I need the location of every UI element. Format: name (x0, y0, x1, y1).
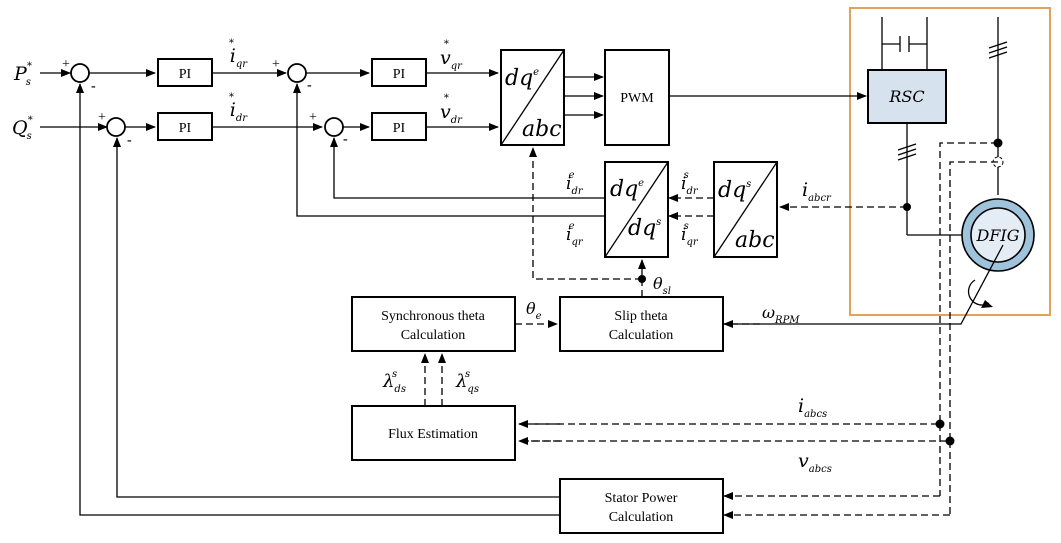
theta-e-label: θe (526, 299, 542, 322)
summing-junction-q (106, 117, 126, 137)
plus-sign: + (309, 110, 317, 125)
minus-sign: - (91, 79, 96, 94)
iqr-e-label: iqre (566, 221, 584, 248)
iabcr-label: iabcr (802, 179, 832, 204)
dqs-to-abc-bottom-label: abc (735, 228, 775, 253)
plus-sign: + (272, 57, 280, 72)
vabcs-junction-dot (945, 436, 955, 446)
summing-junction-p (70, 63, 90, 83)
synchronous-theta-label-line2: Calculation (401, 328, 466, 343)
stator-power-label-line1: Stator Power (605, 491, 678, 506)
plus-sign: + (62, 57, 70, 72)
theta-sl-junction-dot (638, 275, 646, 283)
idr-s-label: idrs (681, 170, 699, 197)
vdr-ref-label: vdr* (440, 93, 463, 126)
plus-sign: + (98, 110, 106, 125)
summing-junction-iqr (287, 63, 307, 83)
pi-block-3-label: PI (393, 67, 406, 82)
dqe-to-abc-bottom-label: abc (522, 117, 562, 142)
iqr-s-label: iqrs (681, 221, 699, 248)
iabcs-junction-dot (935, 419, 945, 429)
vabcs-label: vabcs (798, 450, 832, 475)
lambda-qs-label: λqss (455, 369, 479, 395)
iabcs-label: iabcs (798, 395, 827, 420)
idr-ref-label: idr* (229, 92, 248, 124)
idr-e-feedback-line (330, 137, 605, 199)
pwm-label: PWM (620, 91, 654, 106)
pi-block-4-label: PI (393, 121, 406, 136)
minus-sign: - (343, 132, 348, 147)
theta-sl-label: θsl (653, 274, 671, 297)
synchronous-theta-label-line1: Synchronous theta (381, 309, 486, 324)
vqr-ref-label: vqr* (440, 39, 463, 72)
summing-junction-idr (324, 117, 344, 137)
flux-estimation-label: Flux Estimation (388, 427, 478, 442)
idr-e-label: idre (566, 170, 584, 197)
dfig-label: DFIG (975, 226, 1019, 245)
pi-block-1-label: PI (179, 67, 192, 82)
dfig-control-diagram: Ps* Qs* + - + - PI PI iqr* idr* + - + - … (12, 7, 1051, 534)
minus-sign: - (127, 133, 132, 148)
q-ref-label: Qs* (12, 115, 33, 142)
omega-rpm-label: ωRPM (762, 303, 800, 326)
slip-theta-label-line1: Slip theta (614, 309, 668, 324)
p-ref-label: Ps* (13, 61, 32, 88)
rsc-label: RSC (888, 87, 924, 106)
stator-power-label-line2: Calculation (609, 510, 674, 525)
pi-block-2-label: PI (179, 121, 192, 136)
minus-sign: - (307, 78, 312, 93)
slip-theta-label-line2: Calculation (609, 328, 674, 343)
iqr-ref-label: iqr* (229, 38, 248, 70)
lambda-ds-label: λdss (382, 369, 406, 395)
